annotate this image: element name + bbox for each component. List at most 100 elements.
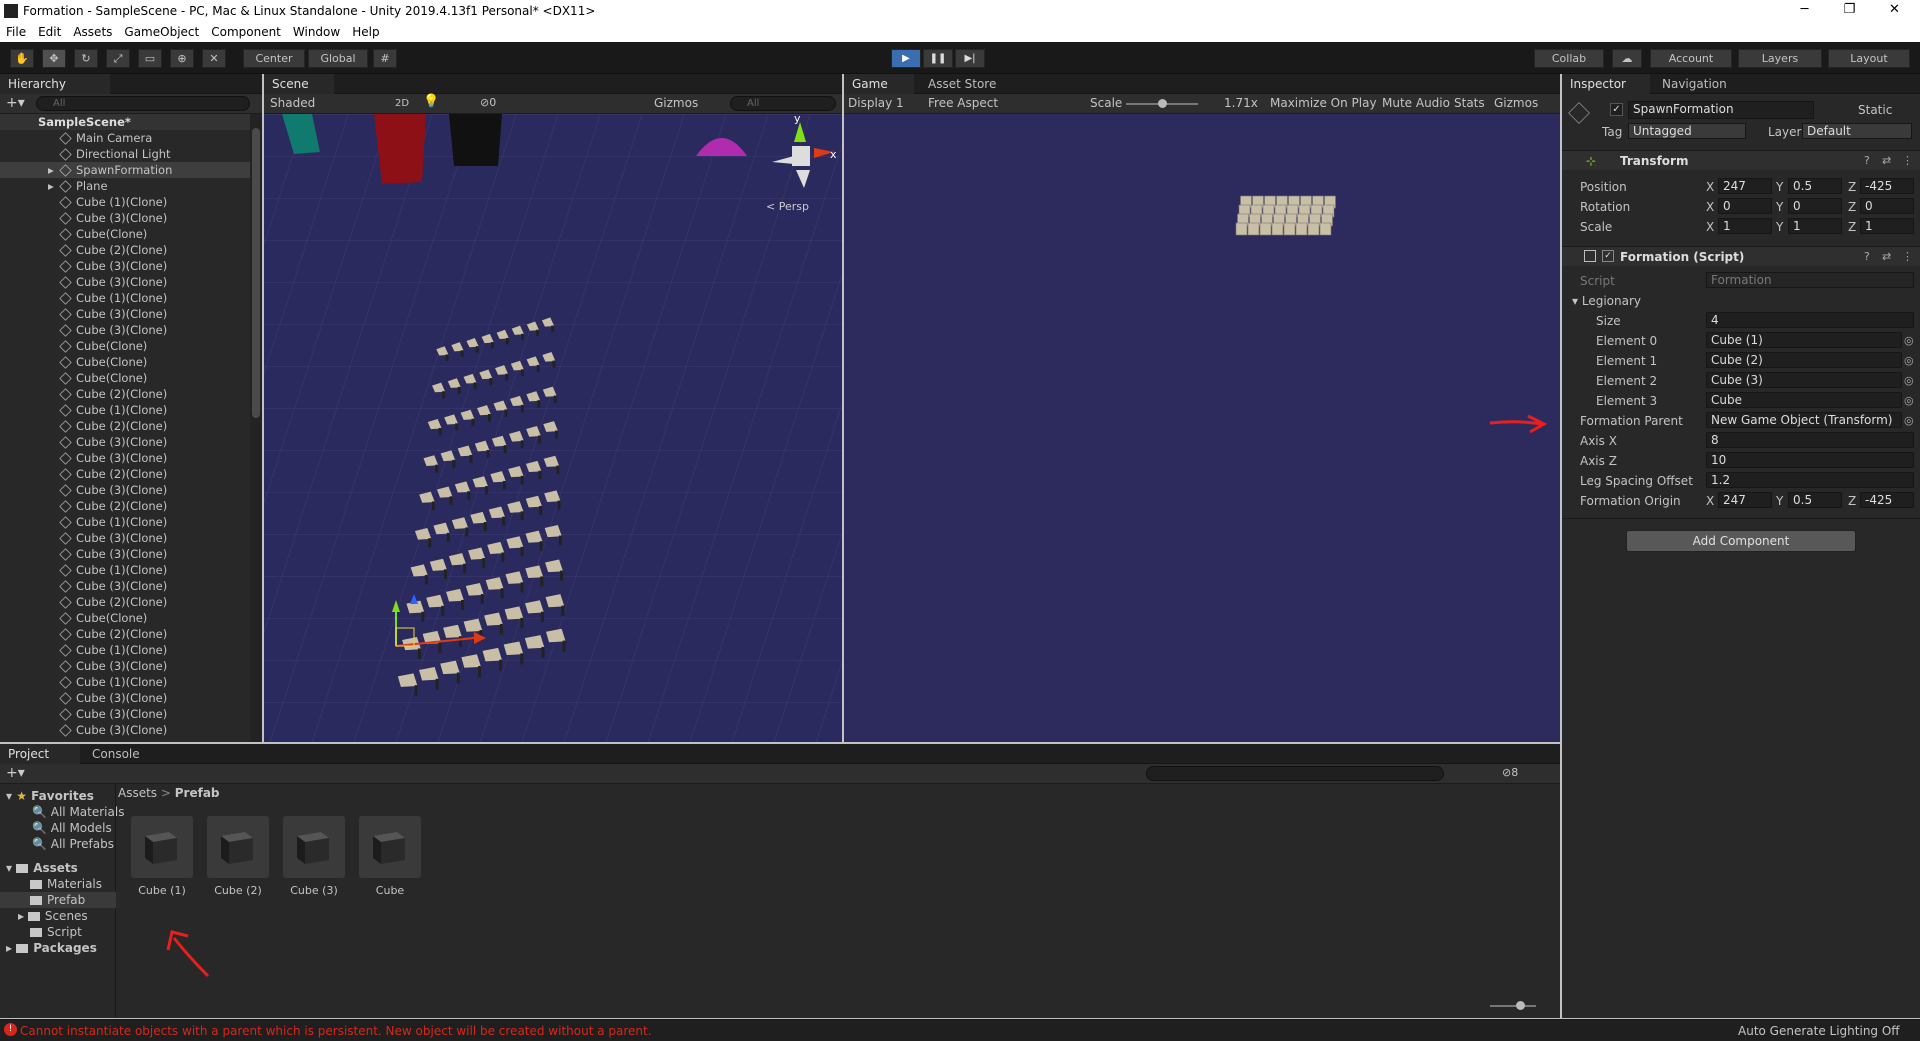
account-button[interactable]: Account (1650, 49, 1732, 68)
hidden-packages-icon[interactable]: ⊘8 (1502, 766, 1518, 779)
formation-help-icon[interactable]: ? (1864, 250, 1870, 263)
origin-y-field[interactable]: 0.5 (1788, 492, 1842, 508)
static-toggle[interactable]: Static (1858, 103, 1892, 117)
thumbnail-size-slider[interactable] (1490, 1001, 1536, 1010)
menu-assets[interactable]: Assets (67, 25, 118, 39)
mute-audio-toggle[interactable]: Mute Audio (1382, 96, 1450, 111)
hierarchy-item[interactable]: Cube (1)(Clone) (0, 402, 250, 418)
hierarchy-item[interactable]: Cube (3)(Clone) (0, 450, 250, 466)
hierarchy-item[interactable]: Cube (1)(Clone) (0, 674, 250, 690)
display-dropdown[interactable]: Display 1 (848, 96, 918, 111)
element-object-field[interactable]: Cube (1) (1706, 332, 1902, 348)
rotation-z-field[interactable]: 0 (1860, 198, 1914, 214)
hierarchy-item[interactable]: Cube(Clone) (0, 338, 250, 354)
scale-slider-knob[interactable] (1158, 99, 1167, 108)
element-object-field[interactable]: Cube (1706, 392, 1902, 408)
hierarchy-item[interactable]: ▸ Plane (0, 178, 250, 194)
object-picker-icon[interactable]: ◎ (1904, 394, 1914, 407)
add-component-button[interactable]: Add Component (1626, 530, 1856, 552)
folder-scenes[interactable]: ▸ Scenes (18, 908, 88, 924)
hidden-objects-icon[interactable]: ⊘0 (480, 96, 496, 109)
expand-arrow-icon[interactable]: ▸ (48, 162, 54, 178)
fav-all-models[interactable]: 🔍 All Models (32, 820, 112, 836)
step-button[interactable]: ▶| (955, 49, 985, 68)
hierarchy-item[interactable]: Cube(Clone) (0, 610, 250, 626)
grid-snap-icon[interactable]: # (373, 49, 397, 68)
error-message[interactable]: Cannot instantiate objects with a parent… (20, 1024, 652, 1038)
origin-x-field[interactable]: 247 (1718, 492, 1772, 508)
leg-spacing-field[interactable]: 1.2 (1706, 472, 1914, 488)
shading-dropdown[interactable]: Shaded (268, 96, 384, 111)
object-name-field[interactable]: SpawnFormation (1628, 101, 1814, 119)
hierarchy-item[interactable]: Cube (1)(Clone) (0, 562, 250, 578)
hierarchy-item[interactable]: ▸ SpawnFormation (0, 162, 250, 178)
persp-label[interactable]: < Persp (766, 200, 809, 213)
hierarchy-item[interactable]: Main Camera (0, 130, 250, 146)
scene-root-row[interactable]: SampleScene* (0, 114, 250, 130)
transform-tool-icon[interactable]: ⊕ (170, 49, 194, 68)
scene-search-input[interactable]: All (730, 96, 836, 111)
hierarchy-item[interactable]: Cube (3)(Clone) (0, 258, 250, 274)
pivot-global-button[interactable]: Global (308, 49, 368, 68)
rect-tool-icon[interactable]: ▭ (138, 49, 162, 68)
restore-icon[interactable]: ❐ (1827, 0, 1872, 22)
tab-navigation[interactable]: Navigation (1654, 74, 1748, 94)
fav-all-materials[interactable]: 🔍 All Materials (32, 804, 124, 820)
hierarchy-scrollbar[interactable] (250, 114, 262, 742)
preset-icon[interactable]: ⇄ (1882, 154, 1891, 167)
formation-preset-icon[interactable]: ⇄ (1882, 250, 1891, 263)
axis-z-field[interactable]: 10 (1706, 452, 1914, 468)
position-z-field[interactable]: -425 (1860, 178, 1914, 194)
stats-toggle[interactable]: Stats (1454, 96, 1485, 111)
prefab-asset[interactable]: Cube (3) (283, 816, 345, 897)
menu-window[interactable]: Window (287, 25, 346, 39)
layout-button[interactable]: Layout (1828, 49, 1910, 68)
hierarchy-item[interactable]: Cube (3)(Clone) (0, 546, 250, 562)
prefab-asset[interactable]: Cube (2) (207, 816, 269, 897)
hierarchy-item[interactable]: Cube (2)(Clone) (0, 242, 250, 258)
hierarchy-search-input[interactable]: All (36, 96, 250, 111)
tab-console[interactable]: Console (84, 744, 164, 764)
expand-arrow-icon[interactable]: ▸ (48, 178, 54, 194)
menu-file[interactable]: File (0, 25, 32, 39)
hierarchy-item[interactable]: Cube (2)(Clone) (0, 594, 250, 610)
hierarchy-item[interactable]: Cube (2)(Clone) (0, 626, 250, 642)
parent-picker-icon[interactable]: ◎ (1904, 414, 1914, 427)
fav-all-prefabs[interactable]: 🔍 All Prefabs (32, 836, 114, 852)
hierarchy-item[interactable]: Cube (2)(Clone) (0, 466, 250, 482)
scale-x-field[interactable]: 1 (1718, 218, 1772, 234)
aspect-dropdown[interactable]: Free Aspect (928, 96, 1078, 111)
more-icon[interactable]: ⋮ (1902, 154, 1913, 167)
assets-folder[interactable]: ▾ Assets (6, 860, 78, 876)
breadcrumb-assets[interactable]: Assets (118, 786, 157, 800)
rotate-tool-icon[interactable]: ↻ (74, 49, 98, 68)
folder-script[interactable]: Script (30, 924, 82, 940)
legionary-foldout[interactable]: ▾ Legionary (1572, 294, 1641, 308)
hierarchy-item[interactable]: Cube (3)(Clone) (0, 690, 250, 706)
hand-tool-icon[interactable]: ✋ (10, 49, 34, 68)
position-x-field[interactable]: 247 (1718, 178, 1772, 194)
active-checkbox[interactable]: ✓ (1610, 103, 1623, 116)
rotation-y-field[interactable]: 0 (1788, 198, 1842, 214)
hierarchy-item[interactable]: Cube (3)(Clone) (0, 210, 250, 226)
hierarchy-item[interactable]: Cube (2)(Clone) (0, 386, 250, 402)
menu-help[interactable]: Help (346, 25, 385, 39)
project-search-input[interactable] (1146, 766, 1444, 781)
cloud-icon[interactable]: ☁ (1612, 49, 1642, 68)
formation-enabled-checkbox[interactable]: ✓ (1602, 250, 1614, 262)
tab-asset-store[interactable]: Asset Store (920, 74, 1014, 94)
hierarchy-item[interactable]: Cube (2)(Clone) (0, 418, 250, 434)
game-viewport[interactable] (844, 114, 1560, 742)
menu-gameobject[interactable]: GameObject (118, 25, 205, 39)
position-y-field[interactable]: 0.5 (1788, 178, 1842, 194)
hierarchy-item[interactable]: Cube (1)(Clone) (0, 514, 250, 530)
object-picker-icon[interactable]: ◎ (1904, 354, 1914, 367)
origin-z-field[interactable]: -425 (1860, 492, 1914, 508)
tab-scene[interactable]: Scene (264, 74, 334, 94)
play-button[interactable]: ▶ (891, 49, 921, 68)
tab-inspector[interactable]: Inspector (1562, 74, 1650, 94)
hierarchy-item[interactable]: Cube(Clone) (0, 370, 250, 386)
scale-tool-icon[interactable]: ⤢ (106, 49, 130, 68)
hierarchy-item[interactable]: Cube (3)(Clone) (0, 578, 250, 594)
axis-x-field[interactable]: 8 (1706, 432, 1914, 448)
